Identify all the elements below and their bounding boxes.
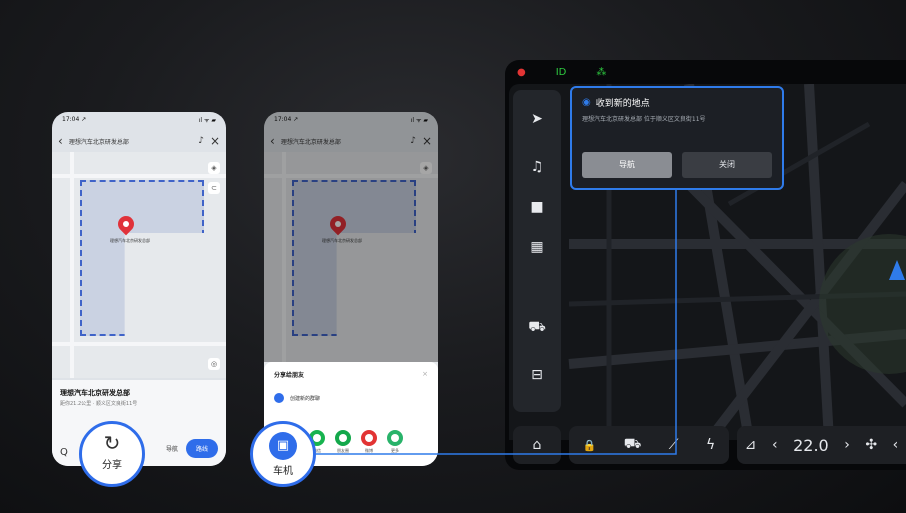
car-status-bar: ● ID ⁂ [505, 60, 906, 84]
car-callout-label: 车机 [273, 466, 293, 477]
phone-map[interactable]: 理想汽车北京研发总部 ◈ ⊂ ◎ [52, 152, 226, 378]
nav-button[interactable]: 导航 [166, 444, 178, 453]
share-app-row: 微信 朋友圈 微博 更多 [308, 430, 404, 454]
close-icon[interactable]: × [210, 134, 220, 148]
notification-actions: 导航 关闭 [582, 152, 772, 178]
phone-map-screen: 17:04 ↗ ıl ᯤ ▰ ‹ 理想汽车北京研发总部 ♪ × 理想汽车北京研发… [52, 112, 226, 466]
seat-heat-icon[interactable]: ⊿ [745, 437, 757, 453]
notification-header: ◉ 收到新的地点 [582, 96, 772, 109]
back-icon[interactable]: ‹ [58, 135, 63, 147]
dim-overlay[interactable] [264, 112, 438, 362]
lock-icon[interactable]: 🔒 [583, 439, 597, 452]
fan-down-button[interactable]: ‹ [893, 437, 899, 453]
car-bottom-bar: ⌂ 🔒 ⛟ ⟋ ϟ ⊿ ‹ 22.0 › ✣ ‹ [505, 426, 906, 470]
share-app-weibo[interactable]: 微博 [360, 430, 378, 454]
status-id-icon: ID [555, 66, 567, 78]
music-icon[interactable]: ♫ [513, 152, 561, 182]
route-button[interactable]: 路线 [185, 439, 218, 458]
dismiss-button[interactable]: 关闭 [682, 152, 772, 178]
phone-share-screen: 17:04 ↗ ıl ᯤ ▰ ‹ 理想汽车北京研发总部 ♪ × 理想汽车北京研发… [264, 112, 438, 466]
navigation-icon[interactable]: ➤ [513, 104, 561, 134]
weibo-icon [361, 430, 377, 446]
fan-icon[interactable]: ✣ [865, 437, 877, 453]
media-icon[interactable]: ■ [513, 192, 561, 222]
more-icon [387, 430, 403, 446]
scene: 17:04 ↗ ıl ᯤ ▰ ‹ 理想汽车北京研发总部 ♪ × 理想汽车北京研发… [0, 0, 906, 513]
create-group-label: 创建新的群聊 [290, 395, 321, 402]
share-callout-label: 分享 [102, 460, 122, 471]
close-icon[interactable]: × [422, 370, 428, 378]
phone-status-bar: 17:04 ↗ ıl ᯤ ▰ [52, 112, 226, 128]
settings-toggle-icon[interactable]: ⊟ [513, 360, 561, 390]
group-icon [274, 393, 284, 403]
pin-label: 理想汽车北京研发总部 [110, 238, 150, 243]
link-icon[interactable]: ⊂ [208, 182, 220, 194]
layers-icon[interactable]: ◈ [208, 162, 220, 174]
notification-title: 收到新的地点 [595, 99, 650, 109]
vehicle-controls: 🔒 ⛟ ⟋ ϟ [569, 426, 729, 464]
climate-controls: ⊿ ‹ 22.0 › ✣ ‹ [737, 426, 906, 464]
map-road [52, 342, 226, 346]
share-app-moments[interactable]: 朋友圈 [334, 430, 352, 454]
share-app-label: 朋友圈 [337, 448, 349, 453]
place-subtitle: 距你21.2公里 · 顺义区文良街11号 [60, 401, 138, 407]
search-small-icon[interactable]: Q [60, 447, 68, 458]
notification-body: 理想汽车北京研发总部 位于顺义区文良街11号 [582, 116, 706, 123]
car-callout[interactable]: ▣ 车机 [250, 421, 316, 487]
place-title: 理想汽车北京研发总部 [60, 389, 130, 397]
vehicle-icon[interactable]: ⛟ [513, 312, 561, 342]
car-dock: ➤ ♫ ■ ▦ ⛟ ⊟ [513, 90, 561, 412]
status-warning-icon: ● [517, 66, 526, 78]
status-light-icon: ⁂ [596, 66, 607, 78]
phone-signal: ıl ᯤ ▰ [198, 117, 216, 124]
wiper-icon[interactable]: ⟋ [669, 437, 679, 453]
share-app-more[interactable]: 更多 [386, 430, 404, 454]
building-outline [80, 180, 204, 336]
share-callout[interactable]: ↻ 分享 [79, 421, 145, 487]
search-text: 理想汽车北京研发总部 [68, 138, 129, 146]
temp-up-button[interactable]: › [844, 437, 850, 453]
locate-icon[interactable]: ◎ [208, 358, 220, 370]
temp-down-button[interactable]: ‹ [772, 437, 778, 453]
charge-icon[interactable]: ϟ [706, 437, 715, 453]
temperature-value: 22.0 [793, 435, 829, 455]
home-icon: ⌂ [532, 437, 542, 453]
map-road [52, 174, 226, 178]
car-icon[interactable]: ⛟ [624, 436, 642, 454]
moments-icon [335, 430, 351, 446]
share-icon: ↻ [103, 431, 121, 455]
navigate-button[interactable]: 导航 [582, 152, 672, 178]
location-pin-icon: ◉ [582, 97, 591, 108]
mic-icon[interactable]: ♪ [198, 136, 204, 146]
phone-time: 17:04 ↗ [62, 116, 87, 123]
car-share-icon: ▣ [269, 432, 297, 460]
phone-search-bar[interactable]: ‹ 理想汽车北京研发总部 ♪ × [58, 132, 220, 150]
home-button[interactable]: ⌂ [513, 426, 561, 464]
create-group-row[interactable]: 创建新的群聊 [274, 393, 428, 403]
received-location-notification: ◉ 收到新的地点 理想汽车北京研发总部 位于顺义区文良街11号 导航 关闭 [570, 86, 784, 190]
share-app-label: 微博 [365, 448, 373, 453]
apps-grid-icon[interactable]: ▦ [513, 232, 561, 262]
share-app-label: 更多 [391, 448, 399, 453]
share-title: 分享给朋友 [274, 372, 305, 379]
